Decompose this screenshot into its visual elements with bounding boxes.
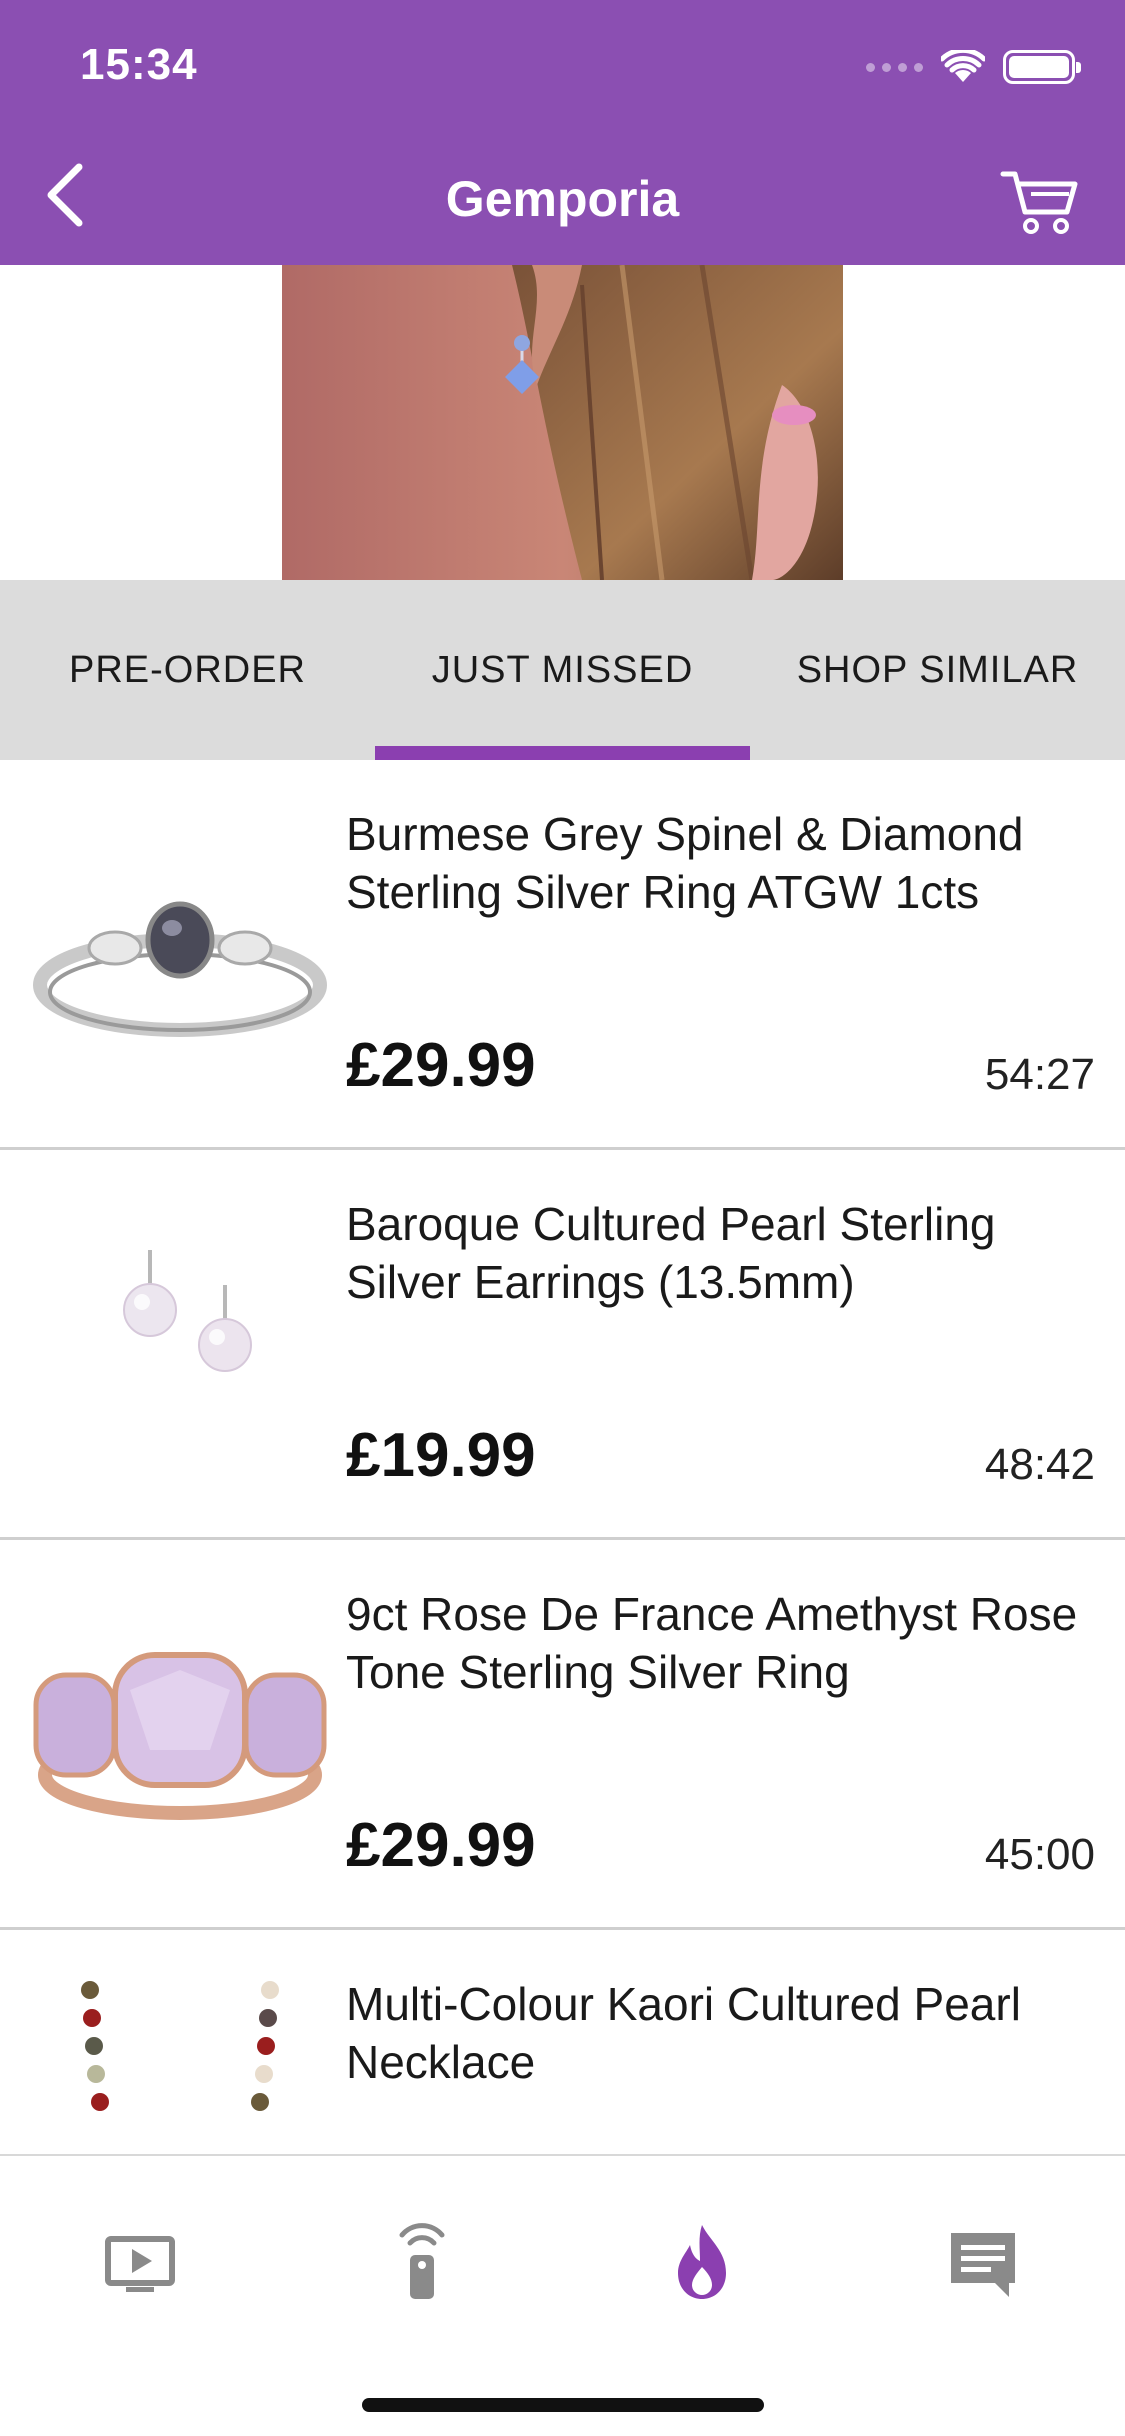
product-title: 9ct Rose De France Amethyst Rose Tone St… <box>346 1588 1078 1698</box>
tab-hot-deals[interactable] <box>652 2211 752 2311</box>
product-aired-time: 48:42 <box>984 1440 1095 1489</box>
video-still-image <box>282 265 843 580</box>
product-aired-time: 45:00 <box>984 1830 1095 1879</box>
product-price: £19.99 <box>346 1421 536 1490</box>
video-frame[interactable] <box>282 265 843 580</box>
chat-icon <box>951 2233 1015 2297</box>
page-title: Gemporia <box>445 171 680 227</box>
tab-watch[interactable] <box>90 2211 190 2311</box>
pearl-necklace-image <box>81 1981 279 2111</box>
grey-spinel-ring-image <box>33 901 327 1037</box>
product-row[interactable]: 9ct Rose De France Amethyst Rose Tone St… <box>0 1540 1125 1930</box>
pearl-earrings-image <box>123 1250 252 1372</box>
tab-just-missed[interactable]: JUST MISSED <box>375 580 750 760</box>
product-price: £29.99 <box>346 1811 536 1880</box>
status-time: 15:34 <box>80 40 198 89</box>
product-row[interactable]: Multi-Colour Kaori Cultured Pearl Neckla… <box>0 1930 1125 2154</box>
amethyst-ring-image <box>33 1652 327 1820</box>
active-tab-indicator <box>375 746 750 760</box>
tv-play-icon <box>105 2236 175 2292</box>
tab-remote[interactable] <box>372 2211 472 2311</box>
product-title: Multi-Colour Kaori Cultured Pearl Neckla… <box>346 1978 1021 2088</box>
product-price: £29.99 <box>346 1031 536 1100</box>
product-aired-time: 54:27 <box>984 1050 1095 1099</box>
product-list[interactable]: Burmese Grey Spinel & Diamond Sterling S… <box>0 760 1125 2154</box>
bottom-tab-bar <box>0 2154 1125 2436</box>
live-video-area[interactable] <box>0 265 1125 580</box>
status-icons <box>866 50 1081 84</box>
segment-tabs: PRE-ORDER JUST MISSED SHOP SIMILAR <box>0 580 1125 760</box>
product-title: Baroque Cultured Pearl Sterling Silver E… <box>346 1198 996 1308</box>
tab-chat[interactable] <box>933 2211 1033 2311</box>
cart-button[interactable] <box>995 160 1085 240</box>
tab-pre-order[interactable]: PRE-ORDER <box>0 580 375 760</box>
app-header: 15:34 Gemporia <box>0 0 1125 265</box>
cellular-signal-icon <box>866 62 923 72</box>
cart-icon <box>1000 171 1078 234</box>
remote-icon <box>399 2223 445 2299</box>
home-indicator <box>362 2398 764 2412</box>
wifi-icon <box>941 50 985 82</box>
product-row[interactable]: Baroque Cultured Pearl Sterling Silver E… <box>0 1150 1125 1540</box>
tab-shop-similar[interactable]: SHOP SIMILAR <box>750 580 1125 760</box>
product-row[interactable]: Burmese Grey Spinel & Diamond Sterling S… <box>0 760 1125 1150</box>
product-title: Burmese Grey Spinel & Diamond Sterling S… <box>346 808 1024 918</box>
battery-icon <box>1003 50 1081 84</box>
flame-icon <box>678 2225 726 2299</box>
